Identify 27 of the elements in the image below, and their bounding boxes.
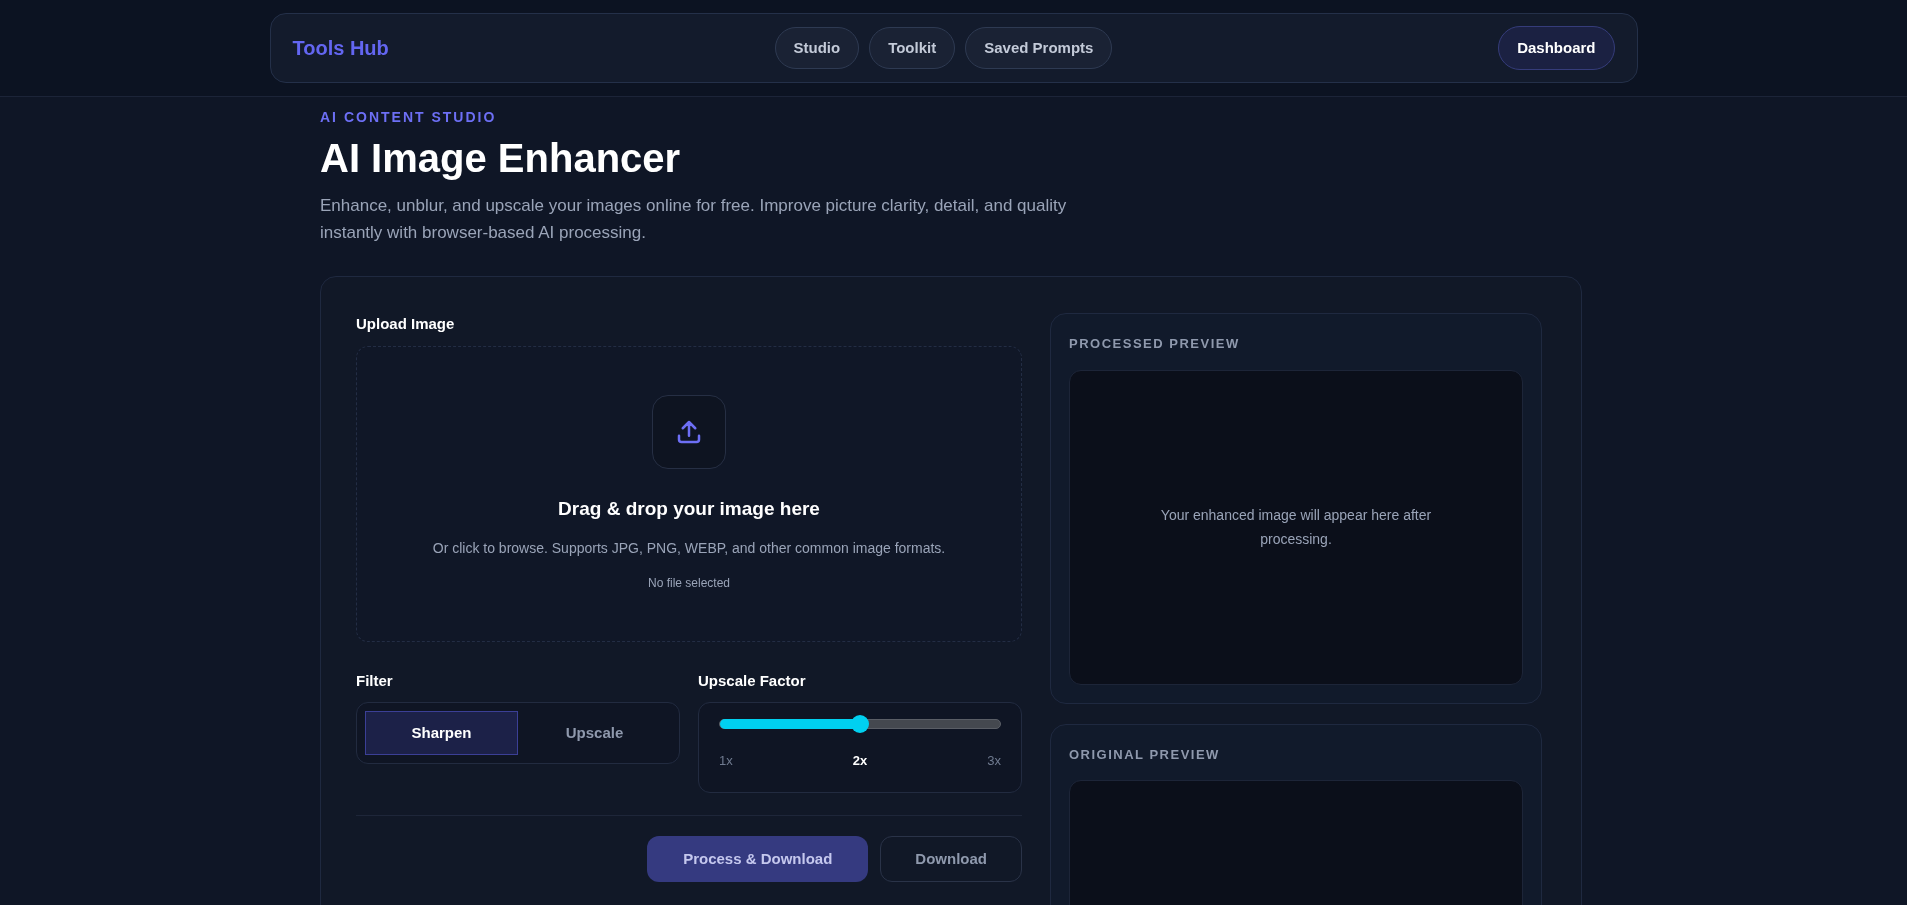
drop-heading: Drag & drop your image here [558, 497, 820, 522]
filter-option[interactable]: Upscale [518, 711, 671, 755]
upscale-label: Upscale Factor [698, 670, 806, 691]
preview-title: PROCESSED PREVIEW [1069, 335, 1240, 353]
nav-link[interactable]: Saved Prompts [965, 27, 1113, 69]
scale-tick: 3x [987, 752, 1001, 770]
file-status: No file selected [647, 574, 730, 592]
filter-option[interactable]: Sharpen [365, 711, 518, 755]
upload-label: Upload Image [356, 314, 455, 334]
preview-message: Your enhanced image will appear here after processing. [1159, 506, 1433, 549]
scale-tick: 2x [852, 752, 868, 770]
slider-thumb[interactable] [851, 715, 869, 733]
scale-tick: 1x [719, 752, 733, 770]
drop-hint: Or click to browse. Supports JPG, PNG, WEBP, and other common image formats. [431, 538, 947, 558]
page-title: AI Image Enhancer [320, 135, 681, 182]
page-description: Enhance, unblur, and upscale your images online for free. Improve picture clarity, detail, and quality instantly with browser-based AI processing. [320, 195, 1068, 244]
download-button[interactable]: Download [880, 836, 1022, 882]
nav-link[interactable]: Studio [774, 27, 860, 69]
drop-zone[interactable]: Drag & drop your image here Or click to browse. Supports JPG, PNG, WEBP, and other common image formats. No file selected [356, 345, 1022, 642]
preview-title: ORIGINAL PREVIEW [1069, 745, 1220, 764]
nav-link[interactable]: Toolkit [869, 27, 956, 69]
eyebrow-label: AI CONTENT STUDIO [320, 108, 497, 127]
upload-icon [652, 395, 726, 470]
brand-logo[interactable]: Tools Hub [292, 33, 389, 63]
filter-label: Filter [356, 670, 393, 691]
dashboard-button[interactable]: Dashboard [1498, 26, 1615, 70]
process-button[interactable]: Process & Download [647, 836, 869, 882]
